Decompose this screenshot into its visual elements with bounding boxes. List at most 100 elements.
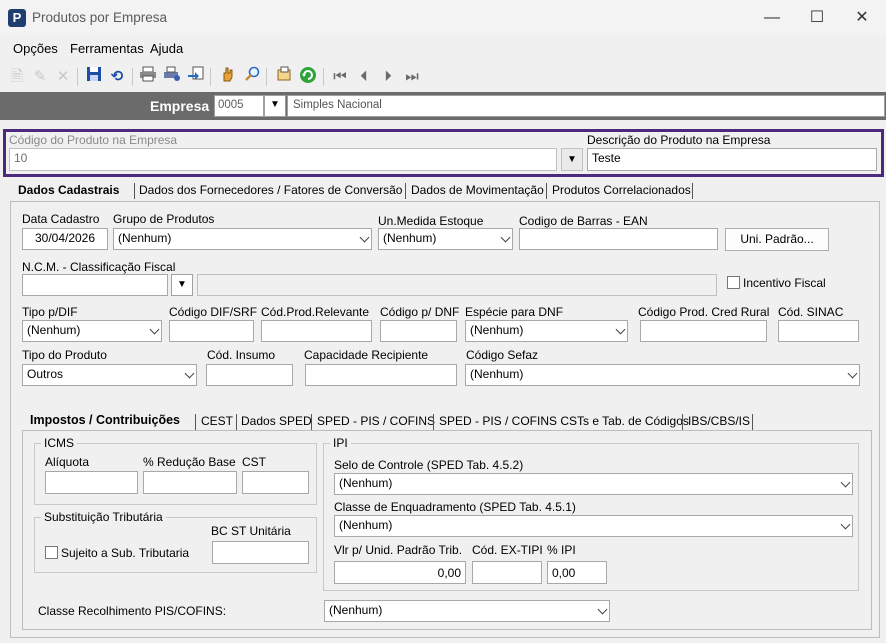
st-group-title: Substituição Tributária [41, 510, 166, 524]
cod-insumo-field[interactable] [206, 364, 293, 386]
tipo-dif-select[interactable]: (Nenhum) [22, 320, 162, 342]
ex-tipi-field[interactable] [472, 561, 542, 584]
cst-field[interactable] [242, 471, 309, 494]
ncm-dropdown-button[interactable]: ▼ [171, 274, 193, 296]
ncm-field[interactable] [22, 274, 168, 296]
save-icon[interactable] [84, 66, 104, 88]
especie-dnf-select[interactable]: (Nenhum) [465, 320, 628, 342]
incentivo-fiscal-label: Incentivo Fiscal [743, 276, 826, 290]
bc-st-unitaria-label: BC ST Unitária [211, 524, 291, 538]
tipo-produto-label: Tipo do Produto [22, 348, 107, 362]
classe-enquadramento-select[interactable]: (Nenhum) [334, 515, 853, 537]
un-medida-select[interactable]: (Nenhum) [378, 228, 513, 250]
tab-impostos[interactable]: Impostos / Contribuições [26, 410, 184, 431]
codigo-produto-label: Código do Produto na Empresa [9, 133, 178, 147]
tab-sped-pis-cofins[interactable]: SPED - PIS / COFINS [313, 411, 439, 432]
first-record-icon[interactable]: ⏮ [330, 66, 350, 88]
uni-padrao-button[interactable]: Uni. Padrão... [725, 228, 829, 251]
descricao-produto-label: Descrição do Produto na Empresa [587, 133, 771, 147]
hand-icon[interactable] [218, 66, 238, 88]
tab-dados-cadastrais[interactable]: Dados Cadastrais [14, 180, 123, 201]
next-record-icon[interactable]: ⏵ [378, 66, 398, 88]
cod-dnf-field[interactable] [380, 320, 457, 342]
data-cadastro-field[interactable]: 30/04/2026 [22, 228, 108, 250]
grupo-produtos-label: Grupo de Produtos [113, 212, 215, 226]
prev-record-icon[interactable]: ⏴ [354, 66, 374, 88]
export-icon[interactable] [186, 66, 206, 88]
perc-ipi-field[interactable]: 0,00 [547, 561, 607, 584]
delete-icon[interactable]: ✕ [53, 66, 73, 88]
un-medida-label: Un.Medida Estoque [378, 214, 484, 228]
cod-dif-srf-field[interactable] [169, 320, 254, 342]
especie-dnf-label: Espécie para DNF [465, 305, 564, 319]
cod-sinac-field[interactable] [778, 320, 859, 342]
menu-ferramentas[interactable]: Ferramentas [70, 41, 144, 56]
codigo-produto-field[interactable]: 10 [9, 148, 557, 171]
classe-enquadramento-label: Classe de Enquadramento (SPED Tab. 4.5.1… [334, 500, 576, 514]
chevron-down-icon [840, 519, 851, 531]
print-icon[interactable] [138, 66, 158, 88]
tab-ibs-cbs-is[interactable]: IBS/CBS/IS [684, 411, 754, 432]
ncm-description-field [197, 274, 717, 296]
cod-sinac-label: Cód. SINAC [778, 305, 844, 319]
data-cadastro-label: Data Cadastro [22, 212, 100, 226]
properties-icon[interactable] [274, 66, 294, 88]
close-button[interactable]: ✕ [840, 6, 884, 30]
tab-produtos-correlacionados[interactable]: Produtos Correlacionados [548, 180, 695, 201]
tipo-produto-select[interactable]: Outros [22, 364, 197, 386]
capacidade-field[interactable] [305, 364, 457, 386]
cod-dnf-label: Código p/ DNF [380, 305, 460, 319]
chevron-down-icon [615, 324, 626, 336]
tab-dados-sped[interactable]: Dados SPED [237, 411, 316, 432]
search-icon[interactable] [242, 66, 262, 88]
ipi-group-title: IPI [330, 436, 351, 450]
chevron-down-icon [500, 232, 511, 244]
selo-controle-select[interactable]: (Nenhum) [334, 473, 853, 495]
minimize-button[interactable]: — [750, 6, 794, 30]
cod-prod-relevante-field[interactable] [261, 320, 372, 342]
bc-st-unitaria-field[interactable] [212, 541, 309, 564]
menu-ajuda[interactable]: Ajuda [150, 41, 183, 56]
ean-field[interactable] [519, 228, 718, 250]
menu-opcoes[interactable]: Opções [13, 41, 58, 56]
tab-dados-movimentacao[interactable]: Dados de Movimentação [407, 180, 548, 201]
perc-ipi-label: % IPI [547, 543, 576, 557]
empresa-code-field[interactable]: 0005 [214, 95, 264, 117]
tab-dados-fornecedores[interactable]: Dados dos Fornecedores / Fatores de Conv… [135, 180, 406, 201]
aliquota-label: Alíquota [45, 455, 90, 469]
tab-cest[interactable]: CEST [197, 411, 237, 432]
icms-group-title: ICMS [41, 436, 77, 450]
window-title: Produtos por Empresa [32, 10, 168, 25]
vlr-unid-padrao-label: Vlr p/ Unid. Padrão Trib. [334, 543, 463, 557]
cod-cred-rural-field[interactable] [640, 320, 767, 342]
tipo-dif-label: Tipo p/DIF [22, 305, 78, 319]
maximize-button[interactable]: ☐ [795, 6, 839, 30]
refresh-icon[interactable] [298, 66, 318, 88]
tipo-dif-value: (Nenhum) [27, 323, 81, 337]
tipo-produto-value: Outros [27, 367, 64, 381]
especie-dnf-value: (Nenhum) [470, 323, 524, 337]
grupo-produtos-select[interactable]: (Nenhum) [113, 228, 372, 250]
new-icon[interactable]: 🗎 [7, 66, 27, 88]
empresa-dropdown-button[interactable]: ▼ [264, 95, 286, 117]
chevron-down-icon [847, 368, 858, 380]
reducao-base-field[interactable] [143, 471, 237, 494]
undo-icon[interactable]: ⟲ [107, 66, 127, 88]
aliquota-field[interactable] [45, 471, 138, 494]
classe-recolhimento-select[interactable]: (Nenhum) [324, 600, 610, 622]
empresa-name-field: Simples Nacional [287, 95, 885, 117]
vlr-unid-padrao-field[interactable]: 0,00 [334, 561, 466, 584]
selo-controle-value: (Nenhum) [339, 476, 393, 490]
incentivo-fiscal-checkbox[interactable] [727, 276, 740, 289]
print-setup-icon[interactable] [162, 66, 182, 88]
descricao-produto-field[interactable]: Teste [587, 148, 877, 171]
last-record-icon[interactable]: ⏭ [402, 66, 422, 88]
codigo-produto-dropdown-button[interactable]: ▼ [561, 148, 583, 171]
cod-insumo-label: Cód. Insumo [207, 348, 276, 362]
cod-sefaz-select[interactable]: (Nenhum) [465, 364, 860, 386]
sujeito-sub-tributaria-checkbox[interactable] [45, 546, 58, 559]
edit-icon[interactable]: ✎ [30, 66, 50, 88]
sujeito-sub-tributaria-label: Sujeito a Sub. Tributaria [61, 546, 190, 560]
classe-enquadramento-value: (Nenhum) [339, 518, 393, 532]
tab-sped-pis-cofins-csts[interactable]: SPED - PIS / COFINS CSTs e Tab. de Códig… [435, 411, 693, 432]
